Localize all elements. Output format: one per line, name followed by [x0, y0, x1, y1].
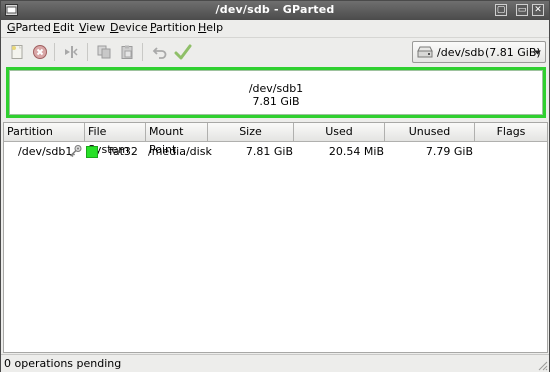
- column-header-used[interactable]: Used: [294, 123, 385, 142]
- column-header-unused[interactable]: Unused: [385, 123, 475, 142]
- cell-filesystem: fat32: [109, 145, 138, 158]
- menu-gparted-label: Parted: [15, 21, 51, 34]
- menu-view[interactable]: View: [79, 21, 105, 35]
- column-header-size[interactable]: Size: [208, 123, 294, 142]
- status-text: 0 operations pending: [4, 357, 122, 370]
- resize-grip-icon[interactable]: [536, 359, 548, 371]
- delete-partition-icon[interactable]: [30, 42, 50, 62]
- key-icon: [69, 145, 82, 158]
- new-partition-icon[interactable]: [7, 42, 27, 62]
- device-selector[interactable]: /dev/sdb (7.81 GiB): [412, 41, 546, 63]
- restore-icon[interactable]: ▢: [495, 4, 507, 16]
- undo-icon[interactable]: [150, 42, 170, 62]
- column-header-flags[interactable]: Flags: [475, 123, 547, 142]
- column-header-filesystem[interactable]: File System: [85, 123, 146, 156]
- menu-partition-label: artition: [156, 21, 196, 34]
- toolbar-separator: [142, 43, 143, 61]
- cell-partition: /dev/sdb1: [18, 145, 73, 158]
- toolbar-separator: [87, 43, 88, 61]
- device-name: /dev/sdb: [437, 46, 485, 59]
- apply-icon[interactable]: [173, 42, 193, 62]
- cell-used: 20.54 MiB: [328, 145, 384, 158]
- partition-map[interactable]: /dev/sdb1 7.81 GiB: [6, 67, 546, 118]
- chevron-down-icon: [534, 50, 541, 55]
- cell-size: 7.81 GiB: [245, 145, 293, 158]
- table-row[interactable]: /dev/sdb1 fat32 /media/disk 7.81 GiB 20.…: [4, 142, 547, 162]
- partition-list[interactable]: Partition File System Mount Point Size U…: [3, 122, 548, 353]
- menu-device-label: evice: [118, 21, 148, 34]
- menu-edit-mnemonic: E: [53, 21, 60, 34]
- toolbar: /dev/sdb (7.81 GiB): [1, 37, 549, 66]
- title-bar[interactable]: /dev/sdb - GParted ▢ ▭ ✕: [1, 1, 549, 20]
- harddisk-icon: [417, 46, 433, 58]
- paste-icon[interactable]: [117, 42, 137, 62]
- menu-help-label: elp: [206, 21, 224, 34]
- status-bar: 0 operations pending: [1, 354, 549, 372]
- cell-mount-point: /media/disk: [148, 145, 212, 158]
- toolbar-separator: [54, 43, 55, 61]
- menu-partition[interactable]: Partition: [150, 21, 196, 35]
- menu-view-label: iew: [86, 21, 106, 34]
- gparted-window: /dev/sdb - GParted ▢ ▭ ✕ GParted Edit Vi…: [0, 0, 550, 372]
- resize-move-icon[interactable]: [61, 42, 81, 62]
- partition-map-name: /dev/sdb1: [248, 82, 304, 95]
- menu-device[interactable]: Device: [110, 21, 148, 35]
- menu-edit-label: dit: [59, 21, 75, 34]
- menu-edit[interactable]: Edit: [53, 21, 74, 35]
- menu-help[interactable]: Help: [198, 21, 223, 35]
- column-header-partition[interactable]: Partition: [4, 123, 85, 142]
- window-title: /dev/sdb - GParted: [215, 3, 335, 16]
- menu-bar: GParted Edit View Device Partition Help: [1, 20, 549, 36]
- filesystem-color-swatch: [86, 146, 98, 158]
- close-icon[interactable]: ✕: [532, 4, 544, 16]
- cell-unused: 7.79 GiB: [425, 145, 473, 158]
- partition-map-size: 7.81 GiB: [252, 95, 300, 108]
- column-header-mount-point[interactable]: Mount Point: [146, 123, 208, 156]
- menu-gparted-mnemonic: G: [7, 21, 16, 34]
- minimize-icon[interactable]: ▭: [516, 4, 528, 16]
- menu-gparted[interactable]: GParted: [7, 21, 51, 35]
- copy-icon[interactable]: [94, 42, 114, 62]
